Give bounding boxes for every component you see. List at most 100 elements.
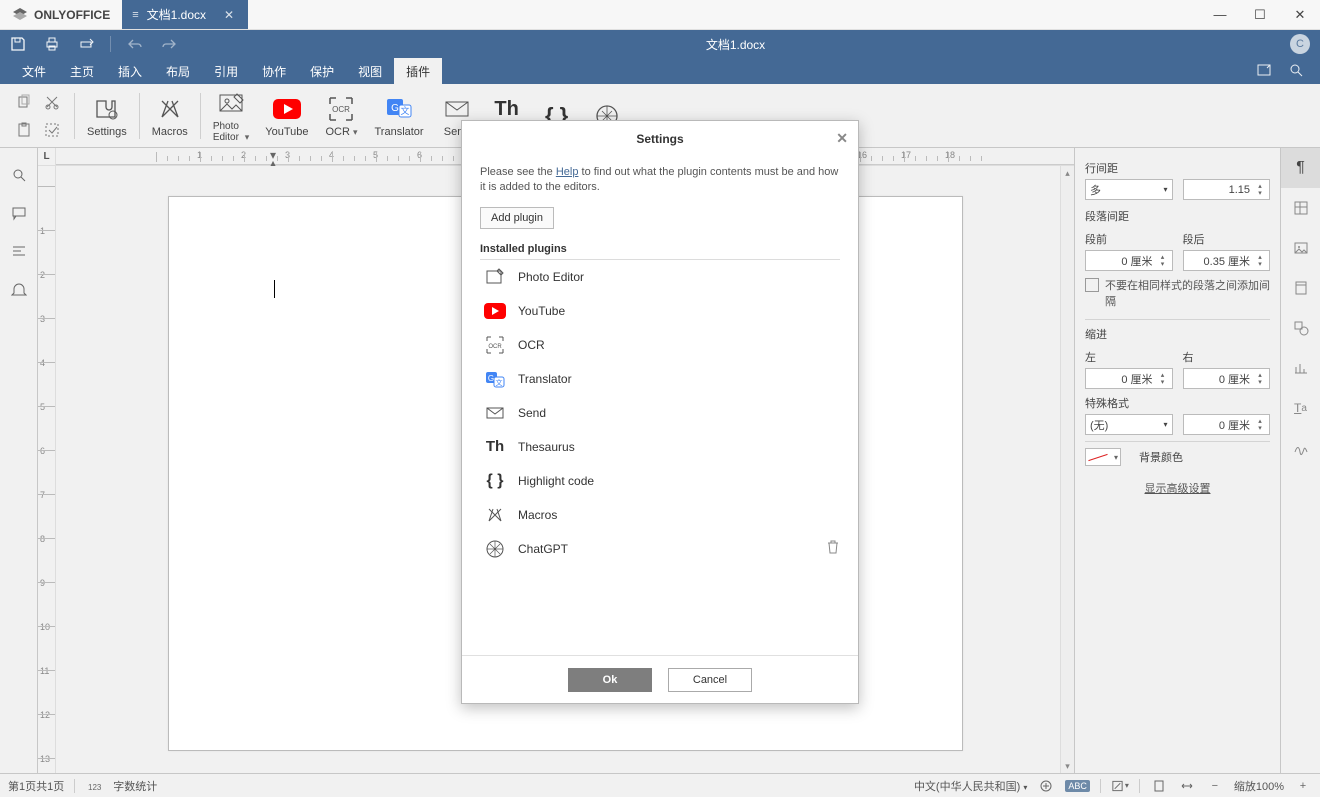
- line-spacing-label: 行间距: [1085, 160, 1270, 176]
- plugin-row-translator[interactable]: G文Translator: [480, 362, 840, 396]
- special-amount-input[interactable]: 0 厘米▴▾: [1183, 414, 1271, 435]
- open-location-icon[interactable]: [1256, 62, 1272, 81]
- word-count-icon[interactable]: 123: [85, 777, 103, 795]
- find-icon[interactable]: [8, 164, 30, 186]
- plugin-row-chatgpt[interactable]: ChatGPT: [480, 532, 840, 566]
- spellcheck-toggle-icon[interactable]: [1037, 777, 1055, 795]
- save-icon[interactable]: [8, 34, 28, 54]
- settings-button[interactable]: Settings: [79, 93, 135, 138]
- tab-protection[interactable]: 保护: [298, 58, 346, 84]
- plugin-settings-dialog: Settings ✕ Please see the Help to find o…: [461, 120, 859, 704]
- signature-tab[interactable]: [1281, 428, 1320, 468]
- tab-home[interactable]: 主页: [58, 58, 106, 84]
- page-indicator[interactable]: 第1页共1页: [8, 778, 64, 794]
- image-tab[interactable]: [1281, 228, 1320, 268]
- feedback-icon[interactable]: [8, 278, 30, 300]
- plugin-row-macros[interactable]: Macros: [480, 498, 840, 532]
- copy-icon[interactable]: [12, 90, 36, 114]
- maximize-button[interactable]: ☐: [1240, 0, 1280, 29]
- tab-plugins[interactable]: 插件: [394, 58, 442, 84]
- bg-color-swatch[interactable]: ▾: [1085, 448, 1121, 466]
- add-plugin-button[interactable]: Add plugin: [480, 207, 554, 229]
- user-avatar[interactable]: C: [1290, 34, 1310, 54]
- ocr-button[interactable]: OCR OCR▾: [316, 93, 366, 138]
- plugin-row-send[interactable]: Send: [480, 396, 840, 430]
- plugin-row-photo-editor[interactable]: Photo Editor: [480, 260, 840, 294]
- vertical-scrollbar[interactable]: ▴ ▾: [1060, 166, 1074, 773]
- tab-references[interactable]: 引用: [202, 58, 250, 84]
- redo-icon[interactable]: [159, 34, 179, 54]
- search-icon[interactable]: [1288, 62, 1304, 81]
- tab-marker[interactable]: L: [38, 148, 56, 166]
- tab-file[interactable]: 文件: [10, 58, 58, 84]
- zoom-in-icon[interactable]: +: [1294, 777, 1312, 795]
- header-footer-tab[interactable]: [1281, 268, 1320, 308]
- table-tab[interactable]: [1281, 188, 1320, 228]
- photo-editor-button[interactable]: PhotoEditor ▾: [205, 88, 257, 143]
- paste-icon[interactable]: [12, 118, 36, 142]
- line-spacing-value-input[interactable]: 1.15▴▾: [1183, 179, 1271, 200]
- youtube-button[interactable]: YouTube: [257, 93, 316, 138]
- cancel-button[interactable]: Cancel: [668, 668, 752, 692]
- track-changes-icon[interactable]: ▾: [1111, 777, 1129, 795]
- tab-menu-icon[interactable]: ≡: [132, 9, 138, 21]
- line-spacing-mode-select[interactable]: 多▾: [1085, 179, 1173, 200]
- scroll-up-icon[interactable]: ▴: [1061, 166, 1074, 180]
- delete-plugin-icon[interactable]: [826, 539, 840, 558]
- fit-page-icon[interactable]: [1150, 777, 1168, 795]
- headings-icon[interactable]: [8, 240, 30, 262]
- undo-icon[interactable]: [125, 34, 145, 54]
- paragraph-tab[interactable]: ¶: [1281, 148, 1320, 188]
- dialog-close-icon[interactable]: ✕: [836, 130, 848, 147]
- vertical-ruler[interactable]: 12345678910111213141516: [38, 166, 56, 773]
- help-text: Please see the Help to find out what the…: [480, 165, 840, 195]
- comments-icon[interactable]: [8, 202, 30, 224]
- ok-button[interactable]: Ok: [568, 668, 652, 692]
- ocr-icon: OCR: [324, 93, 358, 125]
- advanced-settings-link[interactable]: 显示高级设置: [1085, 480, 1270, 496]
- minimize-button[interactable]: —: [1200, 0, 1240, 29]
- braces-icon: { }: [480, 472, 510, 490]
- language-indicator[interactable]: 中文(中华人民共和国) ▾: [914, 778, 1027, 794]
- help-link[interactable]: Help: [556, 166, 579, 178]
- word-count-label[interactable]: 字数统计: [113, 778, 157, 794]
- document-tab[interactable]: ≡ 文档1.docx ✕: [122, 0, 248, 29]
- indent-left-input[interactable]: 0 厘米▴▾: [1085, 368, 1173, 389]
- cut-icon[interactable]: [40, 90, 64, 114]
- translator-button[interactable]: G文 Translator: [366, 93, 431, 138]
- zoom-level[interactable]: 缩放100%: [1234, 778, 1284, 794]
- select-all-icon[interactable]: [40, 118, 64, 142]
- plugin-row-thesaurus[interactable]: ThThesaurus: [480, 430, 840, 464]
- close-button[interactable]: ✕: [1280, 0, 1320, 29]
- plugin-row-highlight-code[interactable]: { }Highlight code: [480, 464, 840, 498]
- print-icon[interactable]: [42, 34, 62, 54]
- macros-button[interactable]: Macros: [144, 93, 196, 138]
- macros-label: Macros: [152, 126, 188, 138]
- spellcheck-badge[interactable]: ABC: [1065, 780, 1090, 792]
- spacing-before-input[interactable]: 0 厘米▴▾: [1085, 250, 1173, 271]
- send-icon: [480, 403, 510, 423]
- spacing-after-input[interactable]: 0.35 厘米▴▾: [1183, 250, 1271, 271]
- plugin-row-ocr[interactable]: OCROCR: [480, 328, 840, 362]
- chart-tab[interactable]: [1281, 348, 1320, 388]
- no-space-same-style-checkbox[interactable]: 不要在相同样式的段落之间添加间隔: [1085, 277, 1270, 309]
- ocr-label: OCR▾: [325, 126, 357, 138]
- left-toolbar: [0, 148, 38, 773]
- indent-right-input[interactable]: 0 厘米▴▾: [1183, 368, 1271, 389]
- tab-layout[interactable]: 布局: [154, 58, 202, 84]
- svg-text:123: 123: [88, 783, 101, 792]
- textart-tab[interactable]: Ta: [1281, 388, 1320, 428]
- zoom-out-icon[interactable]: −: [1206, 777, 1224, 795]
- scroll-down-icon[interactable]: ▾: [1061, 759, 1074, 773]
- document-tab-close-icon[interactable]: ✕: [224, 8, 234, 22]
- translator-label: Translator: [374, 126, 423, 138]
- photo-editor-icon: [480, 267, 510, 287]
- tab-view[interactable]: 视图: [346, 58, 394, 84]
- shape-tab[interactable]: [1281, 308, 1320, 348]
- plugin-row-youtube[interactable]: YouTube: [480, 294, 840, 328]
- quick-print-icon[interactable]: [76, 34, 96, 54]
- fit-width-icon[interactable]: [1178, 777, 1196, 795]
- tab-insert[interactable]: 插入: [106, 58, 154, 84]
- tab-collaboration[interactable]: 协作: [250, 58, 298, 84]
- special-format-select[interactable]: (无)▾: [1085, 414, 1173, 435]
